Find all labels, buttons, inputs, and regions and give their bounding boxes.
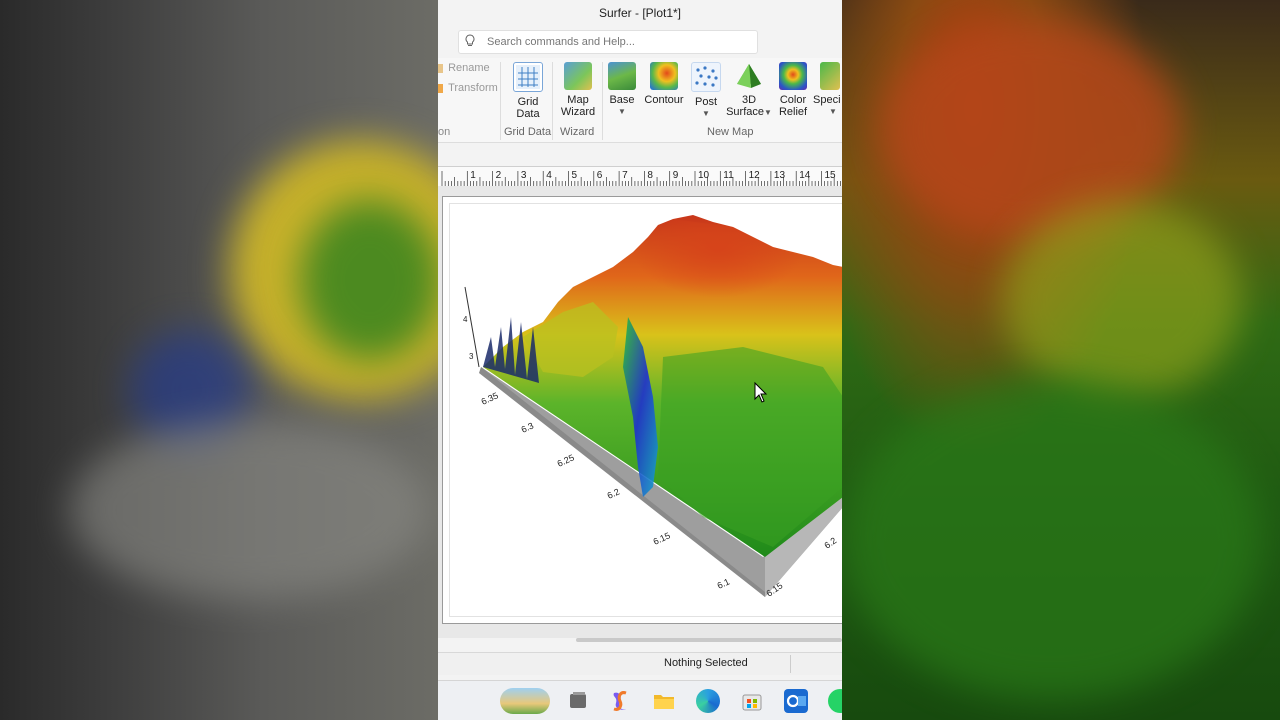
3d-surface-button[interactable]: 3D Surface▼: [726, 62, 772, 119]
base-map-label: Base: [609, 94, 635, 106]
file-explorer-icon[interactable]: [652, 689, 676, 713]
grid-data-label-1: Grid: [517, 96, 539, 108]
chevron-down-icon[interactable]: ▼: [764, 108, 772, 117]
plot-page[interactable]: 4 3 6.35 6.3 6.25 6.2 6.15 6.1 6.15 6.2: [442, 196, 842, 624]
axis-tick-label: 6.15: [652, 530, 672, 546]
ruler-label: 14: [799, 170, 811, 181]
map-wizard-icon: [564, 62, 592, 90]
widgets-icon[interactable]: [500, 688, 550, 714]
chevron-down-icon[interactable]: ▼: [690, 108, 722, 120]
ruler-label: 13: [774, 170, 786, 181]
chevron-down-icon[interactable]: ▼: [813, 106, 842, 118]
transform-button[interactable]: Transform: [438, 82, 498, 94]
ruler-label: 2: [496, 170, 502, 181]
base-map-icon: [608, 62, 636, 90]
specialty-map-icon: [820, 62, 840, 90]
copilot-icon[interactable]: [608, 689, 632, 713]
ruler-label: 8: [647, 170, 653, 181]
color-relief-icon: [779, 62, 807, 90]
contour-map-button[interactable]: Contour: [642, 62, 686, 106]
surfer-window: Surfer - [Plot1*] Search commands and He…: [438, 0, 842, 720]
window-title: Surfer - [Plot1*]: [438, 0, 842, 26]
search-input[interactable]: Search commands and Help...: [458, 30, 758, 54]
ruler-label: 11: [723, 170, 734, 181]
grid-data-button[interactable]: Grid Data: [508, 62, 548, 120]
ribbon-separator: [602, 62, 603, 140]
terrain-left-spikes: [483, 317, 539, 383]
lightbulb-icon: [465, 34, 479, 50]
color-relief-label-1: Color: [779, 94, 807, 106]
edge-icon[interactable]: [696, 689, 720, 713]
ribbon: Rename Transform on Grid Data Grid Data …: [438, 58, 842, 143]
group-label-partial: on: [438, 126, 451, 138]
axis-tick-label: 6.25: [556, 452, 576, 468]
post-map-icon: [691, 62, 721, 92]
horizontal-ruler: 1 2 3 4 5 6 7 8 9 10 11 12 13 14 15: [438, 166, 842, 188]
grid-data-label-2: Data: [516, 108, 540, 120]
ruler-label: 5: [572, 170, 578, 181]
ruler-label: 4: [546, 170, 552, 181]
ruler-label: 3: [521, 170, 527, 181]
ruler-label: 10: [698, 170, 710, 181]
search-row: Search commands and Help...: [438, 26, 842, 56]
ruler-ticks: 1 2 3 4 5 6 7 8 9 10 11 12 13 14 15: [441, 170, 841, 187]
3d-surface-label-1: 3D: [741, 94, 757, 106]
search-placeholder: Search commands and Help...: [487, 36, 635, 48]
map-wizard-button[interactable]: Map Wizard: [557, 62, 599, 118]
3d-surface-plot[interactable]: 4 3 6.35 6.3 6.25 6.2 6.15 6.1 6.15 6.2: [443, 197, 842, 623]
axis-tick-label: 6.2: [822, 535, 838, 550]
axis-tick-label: 6.35: [480, 390, 500, 406]
grid-data-icon: [513, 62, 543, 92]
ruler-label: 9: [673, 170, 679, 181]
base-map-button[interactable]: Base ▼: [606, 62, 638, 118]
rename-icon: [438, 63, 443, 73]
specialty-map-label: Speci: [813, 94, 841, 106]
blurred-background-left: [0, 0, 438, 720]
status-text: Nothing Selected: [664, 657, 748, 669]
post-map-label: Post: [694, 96, 717, 108]
contour-map-label: Contour: [644, 94, 684, 106]
chevron-down-icon[interactable]: ▼: [606, 106, 638, 118]
plot-canvas-area: 4 3 6.35 6.3 6.25 6.2 6.15 6.1 6.15 6.2: [438, 186, 842, 638]
3d-surface-label-2: Surface▼: [726, 106, 772, 118]
specialty-map-button[interactable]: Speci ▼: [813, 62, 842, 118]
ruler-label: 15: [825, 170, 837, 181]
axis-tick-label: 6.2: [606, 486, 622, 500]
store-icon[interactable]: [740, 689, 764, 713]
ribbon-separator: [500, 62, 501, 140]
color-relief-label-2: Relief: [778, 106, 808, 118]
group-grid-data: Grid Data: [504, 126, 552, 138]
ruler-label: 1: [470, 170, 476, 181]
ruler-label: 6: [597, 170, 603, 181]
map-wizard-label-1: Map: [567, 94, 589, 106]
ribbon-separator: [552, 62, 553, 140]
transform-icon: [438, 83, 443, 93]
contour-map-icon: [650, 62, 678, 90]
status-separator: [790, 655, 791, 673]
group-wizard: Wizard: [560, 126, 595, 138]
z-tick-label: 3: [469, 352, 474, 361]
post-map-button[interactable]: Post ▼: [690, 62, 722, 120]
whatsapp-icon[interactable]: [828, 689, 842, 713]
3d-surface-icon: [735, 62, 763, 90]
map-wizard-label-2: Wizard: [560, 106, 596, 118]
z-tick-label: 4: [463, 315, 468, 324]
task-view-icon[interactable]: [566, 689, 590, 713]
outlook-icon[interactable]: [784, 689, 808, 713]
group-new-map: New Map: [707, 126, 754, 138]
ruler-label: 7: [622, 170, 628, 181]
axis-tick-label: 6.3: [520, 420, 536, 434]
status-bar: Nothing Selected: [438, 652, 842, 675]
blurred-background-right: [842, 0, 1280, 720]
ruler-label: 12: [749, 170, 761, 181]
rename-button[interactable]: Rename: [438, 62, 490, 74]
axis-tick-label: 6.1: [716, 576, 732, 590]
taskbar: [438, 680, 842, 720]
color-relief-button[interactable]: Color Relief: [776, 62, 810, 118]
horizontal-scrollbar[interactable]: [576, 638, 842, 642]
